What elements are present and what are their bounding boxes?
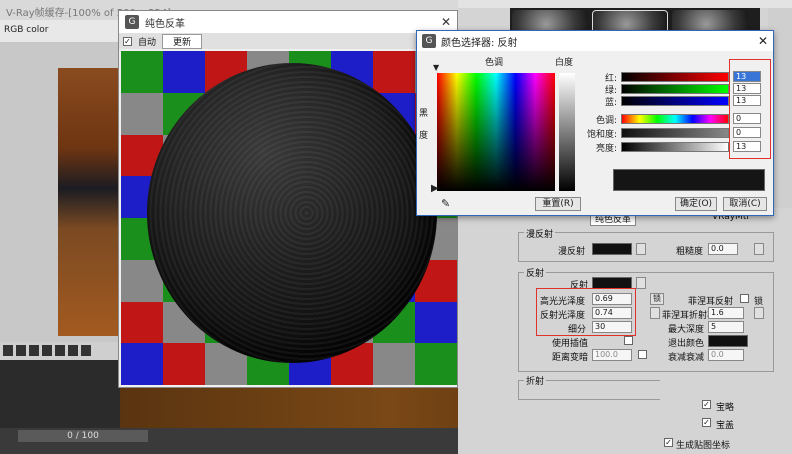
checker-cell: [121, 343, 163, 385]
dim-dist-label: 距离变暗: [552, 353, 589, 363]
vfb-toolbar: [0, 342, 120, 360]
dim-dist-spinner[interactable]: 100.0: [592, 349, 632, 361]
highlight-box: [729, 59, 771, 159]
whiteness-label: 白度: [555, 58, 574, 68]
color-dialog-title: 颜色选择器: 反射: [441, 37, 518, 49]
reflect-group-title: 反射: [524, 266, 547, 279]
dim-falloff-label: 衰减衰减: [668, 353, 705, 363]
value-label: 亮度:: [595, 144, 617, 154]
material-sphere: [147, 63, 437, 363]
saturation-slider[interactable]: [621, 128, 729, 138]
toolbar-icon[interactable]: [55, 345, 65, 356]
color-dialog-titlebar: G 颜色选择器: 反射 ✕: [417, 31, 773, 51]
option3-label: 生成贴图坐标: [676, 441, 731, 451]
checker-cell: [121, 301, 163, 344]
use-interp-label: 使用插值: [552, 339, 589, 349]
checker-cell: [415, 301, 457, 344]
hue-label: 色调:: [595, 116, 617, 126]
fresnel-checkbox[interactable]: [740, 294, 749, 303]
lock-button[interactable]: 锁: [650, 293, 664, 305]
option1-checkbox[interactable]: ✓: [702, 400, 711, 409]
reset-button[interactable]: 重置(R): [535, 197, 581, 211]
refl-gloss-map-button[interactable]: [650, 307, 660, 319]
material-preview-window: G 纯色反革 ✕ ✓ 自动 更新: [118, 10, 458, 388]
diffuse-color-swatch[interactable]: [592, 243, 632, 255]
toolbar-icon[interactable]: [68, 345, 78, 356]
editor-menubar: [458, 0, 792, 8]
value-slider[interactable]: [621, 142, 729, 152]
auto-checkbox[interactable]: ✓: [123, 36, 132, 46]
close-icon[interactable]: ✕: [758, 34, 768, 48]
preview-title: 纯色反革: [145, 18, 185, 30]
diffuse-map-button[interactable]: [636, 243, 646, 255]
whiteness-slider[interactable]: [559, 73, 575, 191]
max-depth-label: 最大深度: [668, 325, 705, 335]
toolbar-icon[interactable]: [81, 345, 91, 356]
green-slider[interactable]: [621, 84, 729, 94]
fresnel-ior-map-button[interactable]: [754, 307, 764, 319]
fresnel-lock-label: 锁: [754, 297, 764, 307]
channel-select[interactable]: RGB color: [0, 20, 120, 42]
cancel-button[interactable]: 取消(C): [723, 197, 767, 211]
roughness-label: 粗糙度: [676, 247, 704, 257]
eyedropper-icon[interactable]: ✎: [441, 197, 450, 210]
update-button[interactable]: 更新: [162, 33, 203, 49]
app-logo-icon: G: [422, 34, 436, 48]
checker-cell: [163, 343, 205, 385]
blackness-label: 黑度: [419, 109, 429, 141]
toolbar-icon[interactable]: [42, 345, 52, 356]
checker-cell: [373, 51, 415, 93]
exit-color-label: 退出颜色: [668, 339, 705, 349]
checker-cell: [373, 343, 415, 385]
toolbar-icon[interactable]: [3, 345, 13, 356]
diffuse-label: 漫反射: [558, 247, 586, 257]
checker-cell: [163, 51, 205, 93]
toolbar-icon[interactable]: [16, 345, 26, 356]
red-slider[interactable]: [621, 72, 729, 82]
roughness-spinner[interactable]: 0.0: [708, 243, 738, 255]
app-logo-icon: G: [125, 15, 139, 29]
fresnel-label: 菲涅耳反射: [688, 297, 734, 307]
ok-button[interactable]: 确定(O): [675, 197, 717, 211]
blackness-pointer-icon[interactable]: ▶: [431, 183, 439, 194]
dim-dist-checkbox[interactable]: [638, 350, 647, 359]
fresnel-ior-spinner[interactable]: 1.6: [708, 307, 744, 319]
close-icon[interactable]: ✕: [441, 15, 451, 29]
refract-group-title: 折射: [524, 374, 547, 387]
color-selector-dialog: G 颜色选择器: 反射 ✕ 色调 白度 黑度 ▼ ▶ ✎ 红: 13 绿: 13 蓝: 1…: [416, 30, 774, 216]
max-depth-spinner[interactable]: 5: [708, 321, 744, 333]
toolbar-icon[interactable]: [29, 345, 39, 356]
hue-picker[interactable]: [437, 73, 555, 191]
blue-slider[interactable]: [621, 96, 729, 106]
checker-cell: [415, 343, 457, 385]
reflect-map-button[interactable]: [636, 277, 646, 289]
option2-label: 宝盖: [716, 421, 735, 431]
option1-label: 宝略: [716, 403, 735, 413]
hue-pointer-icon: ▼: [433, 63, 440, 72]
checker-cell: [121, 92, 163, 135]
checker-cell: [121, 51, 163, 93]
color-preview: [613, 169, 765, 191]
roughness-map-button[interactable]: [754, 243, 764, 255]
render-image: [58, 68, 120, 336]
blue-label: 蓝:: [604, 98, 617, 108]
dim-falloff-spinner[interactable]: 0.0: [708, 349, 744, 361]
auto-label: 自动: [138, 37, 157, 48]
preview-toolbar: ✓ 自动 更新: [119, 33, 457, 49]
option3-checkbox[interactable]: ✓: [664, 438, 673, 447]
option2-checkbox[interactable]: ✓: [702, 418, 711, 427]
exit-color-swatch[interactable]: [708, 335, 748, 347]
time-slider[interactable]: 0 / 100: [18, 430, 148, 442]
bottom-options: ✓ 宝略 ✓ 宝盖 ✓ 生成贴图坐标: [660, 380, 792, 454]
diffuse-group-title: 漫反射: [524, 227, 556, 240]
hue-label: 色调: [485, 58, 504, 68]
saturation-label: 饱和度:: [586, 130, 617, 140]
preview-titlebar: G 纯色反革 ✕: [119, 11, 457, 33]
hue-slider[interactable]: [621, 114, 729, 124]
highlight-box: [536, 288, 636, 336]
use-interp-checkbox[interactable]: [624, 336, 633, 345]
